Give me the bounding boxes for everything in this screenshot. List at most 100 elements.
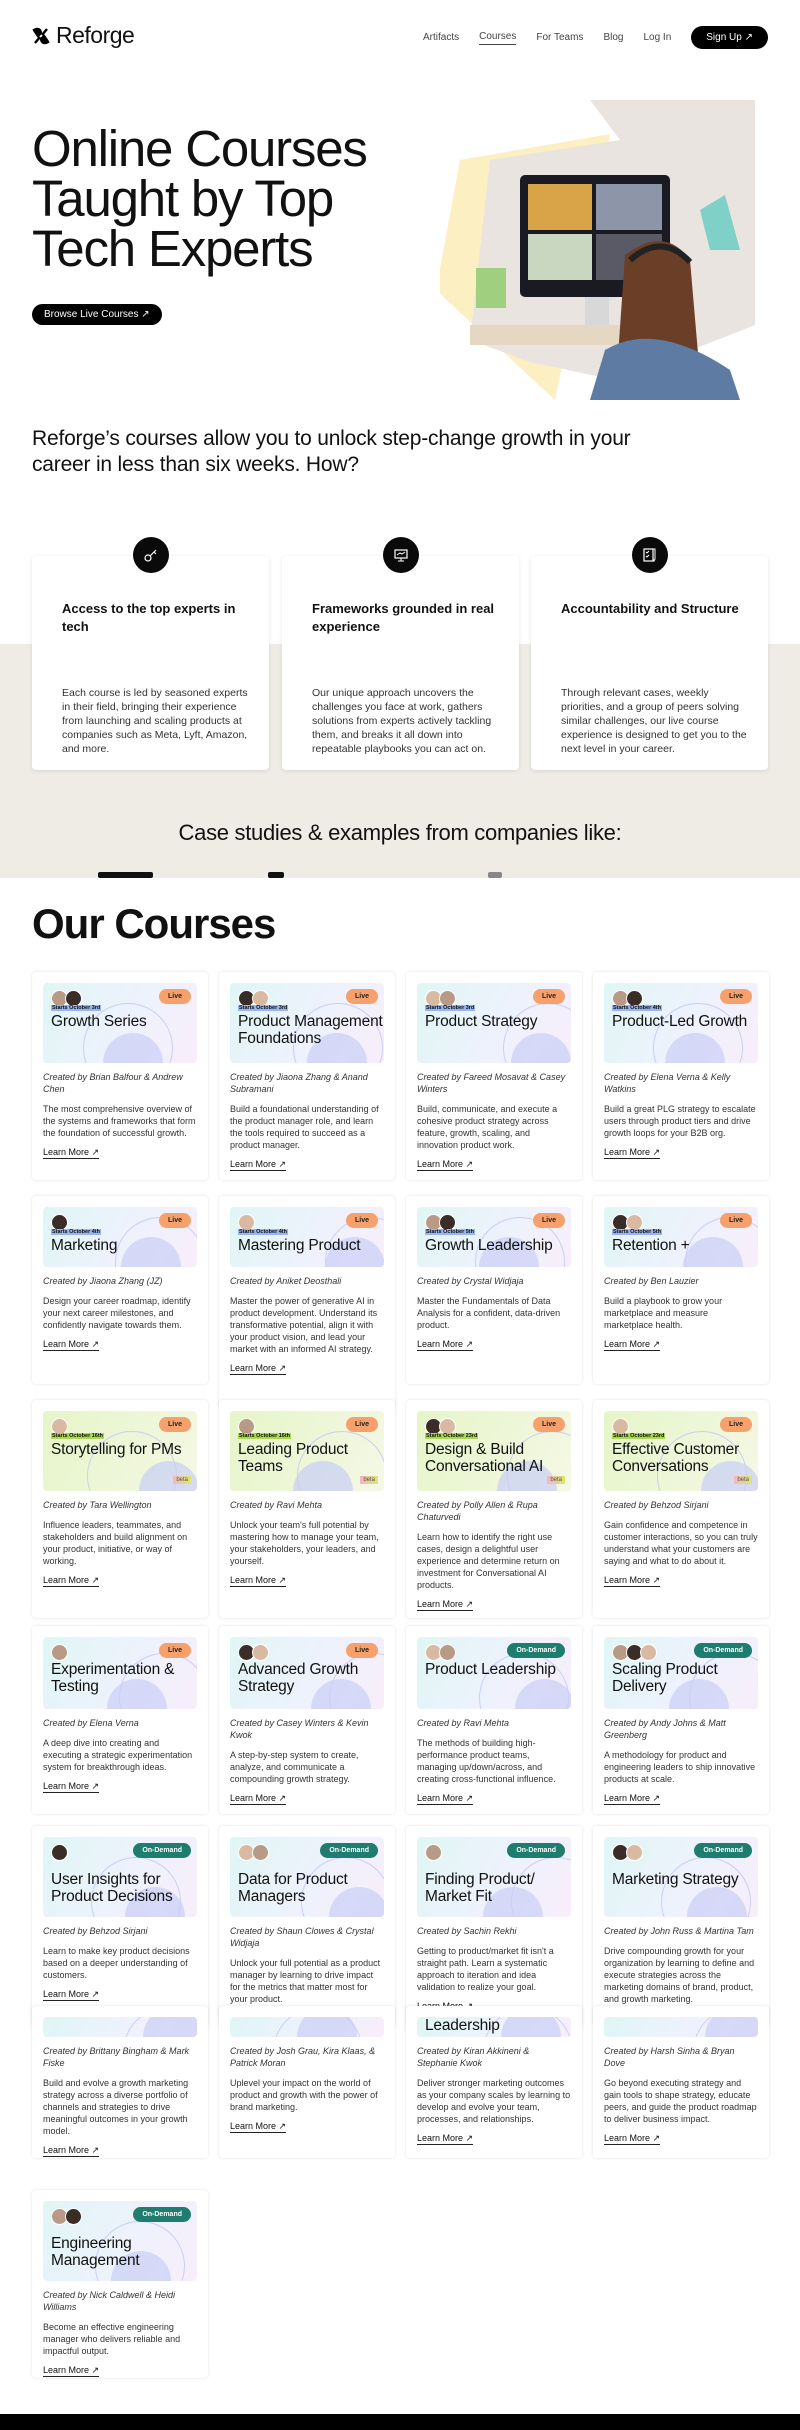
learn-more-link[interactable]: Learn More ↗ [43, 2365, 100, 2377]
learn-more-link[interactable]: Learn More ↗ [604, 1575, 661, 1587]
course-card[interactable]: Live Starts October 3rd Product Management… [219, 972, 395, 1180]
course-thumbnail[interactable]: Live Experimentation & Testing [43, 1637, 197, 1709]
learn-more-link[interactable]: Learn More ↗ [43, 1989, 100, 2001]
course-thumbnail[interactable]: Live Starts October 3rd Growth Series [43, 983, 197, 1063]
course-thumbnail[interactable]: On-Demand Data for Product Managers [230, 1837, 384, 1917]
sign-up-button[interactable]: Sign Up ↗ [691, 26, 768, 49]
course-card[interactable]: Live Advanced Growth Strategy Created by C… [219, 1626, 395, 1814]
learn-more-link[interactable]: Learn More ↗ [43, 2145, 100, 2157]
course-thumbnail[interactable]: Live Starts October 5th Retention + [604, 1207, 758, 1267]
course-card[interactable]: Live Starts October 4th Marketing Created b… [32, 1196, 208, 1384]
learn-more-link[interactable]: Learn More ↗ [230, 1159, 287, 1171]
course-thumbnail[interactable]: Live Starts October 4th Marketing [43, 1207, 197, 1267]
footer-bar [0, 2414, 800, 2430]
course-thumbnail[interactable]: Live Starts October 3rd Product Management… [230, 983, 384, 1063]
learn-more-link[interactable]: Learn More ↗ [230, 1793, 287, 1805]
course-thumbnail[interactable]: On-Demand User Insights for Product Decis… [43, 1837, 197, 1917]
course-thumbnail[interactable]: On-Demand Product Leadership [417, 1637, 571, 1709]
course-card[interactable]: On-Demand Scaling Product Delivery Created… [593, 1626, 769, 1814]
learn-more-link[interactable]: Learn More ↗ [604, 1147, 661, 1159]
course-card[interactable]: Live Experimentation & Testing Created by … [32, 1626, 208, 1814]
instructor-avatars [612, 1844, 643, 1861]
course-type-badge: On-Demand [320, 1843, 378, 1858]
learn-more-link[interactable]: Learn More ↗ [417, 1793, 474, 1805]
learn-more-link[interactable]: Learn More ↗ [417, 1339, 474, 1351]
company-logo [488, 872, 502, 878]
course-card[interactable]: Live Starts October 3rd Growth Series Creat… [32, 972, 208, 1180]
nav-for-teams[interactable]: For Teams [536, 32, 583, 43]
browse-live-courses-button[interactable]: Browse Live Courses ↗ [32, 304, 162, 325]
course-title: Engineering Management [51, 2235, 140, 2269]
learn-more-link[interactable]: Learn More ↗ [604, 2133, 661, 2145]
course-card[interactable]: Live Starts October 23rd Design & Build Co… [406, 1400, 582, 1618]
course-description: The methods of building high-performance… [417, 1738, 556, 1784]
learn-more-link[interactable]: Learn More ↗ [604, 1793, 661, 1805]
course-thumbnail[interactable]: Live Starts October 16th Leading Product T… [230, 1411, 384, 1491]
nav-courses[interactable]: Courses [479, 31, 517, 45]
course-card[interactable]: Live Starts October 23rd Effective Custome… [593, 1400, 769, 1618]
course-thumbnail[interactable]: Live Advanced Growth Strategy [230, 1637, 384, 1709]
course-card[interactable]: Live Starts October 16th Storytelling for … [32, 1400, 208, 1618]
course-thumbnail[interactable]: Live Starts October 3rd Product Strategy [417, 983, 571, 1063]
brand-logo[interactable]: Reforge [32, 22, 135, 49]
course-card[interactable]: Created by Brittany Bingham & Mark Fiske… [32, 2006, 208, 2158]
course-thumbnail[interactable]: On-Demand Scaling Product Delivery [604, 1637, 758, 1709]
course-thumbnail[interactable]: On-Demand Engineering Management [43, 2201, 197, 2281]
course-title: Experimentation & Testing [51, 1661, 175, 1695]
course-card[interactable]: Live Starts October 3rd Product Strategy Cr… [406, 972, 582, 1180]
value-proposition: Reforge’s courses allow you to unlock st… [32, 427, 631, 476]
course-card[interactable]: On-Demand Engineering Management Created b… [32, 2190, 208, 2378]
course-thumbnail[interactable] [43, 2017, 197, 2037]
course-card[interactable]: Live Starts October 4th Product-Led Growth… [593, 972, 769, 1180]
course-card[interactable]: On-Demand Finding Product/ Market Fit Crea… [406, 1826, 582, 2026]
course-card[interactable]: On-Demand Data for Product Managers Create… [219, 1826, 395, 2026]
learn-more-link[interactable]: Learn More ↗ [43, 1575, 100, 1587]
course-card[interactable]: Live Starts October 16th Leading Product T… [219, 1400, 395, 1618]
course-thumbnail[interactable]: Live Starts October 23rd Effective Custome… [604, 1411, 758, 1491]
course-instructors: Created by Harsh Sinha & Bryan Dove [604, 2046, 735, 2068]
course-instructors: Created by Sachin Rekhi [417, 1926, 517, 1936]
course-title: Retention + [612, 1237, 690, 1254]
learn-more-link[interactable]: Learn More ↗ [230, 1575, 287, 1587]
learn-more-link[interactable]: Learn More ↗ [43, 1147, 100, 1159]
course-description: Go beyond executing strategy and gain to… [604, 2078, 757, 2124]
course-card[interactable]: Leadership Created by Kiran Akkineni & St… [406, 2006, 582, 2158]
course-card[interactable]: Live Starts October 5th Retention + Created… [593, 1196, 769, 1384]
nav-artifacts[interactable]: Artifacts [423, 32, 459, 43]
course-description: Gain confidence and competence in custom… [604, 1520, 758, 1566]
course-thumbnail[interactable]: Leadership [417, 2017, 571, 2037]
course-card[interactable]: On-Demand User Insights for Product Decis… [32, 1826, 208, 2026]
course-card[interactable]: On-Demand Marketing Strategy Created by Jo… [593, 1826, 769, 2026]
nav-log-in[interactable]: Log In [643, 32, 671, 43]
course-thumbnail[interactable]: On-Demand Finding Product/ Market Fit [417, 1837, 571, 1917]
course-card[interactable]: Live Starts October 5th Growth Leadership C… [406, 1196, 582, 1384]
course-thumbnail[interactable] [230, 2017, 384, 2037]
course-instructors: Created by Nick Caldwell & Heidi William… [43, 2290, 176, 2312]
learn-more-link[interactable]: Learn More ↗ [417, 1159, 474, 1171]
learn-more-link[interactable]: Learn More ↗ [230, 1363, 287, 1375]
course-instructors: Created by Ben Lauzier [604, 1276, 699, 1286]
course-thumbnail[interactable]: Live Starts October 4th Product-Led Growth [604, 983, 758, 1063]
course-card[interactable]: Live Starts October 4th Mastering Product C… [219, 1196, 395, 1408]
learn-more-link[interactable]: Learn More ↗ [43, 1781, 100, 1793]
course-thumbnail[interactable]: Live Starts October 16th Storytelling for … [43, 1411, 197, 1491]
course-thumbnail[interactable] [604, 2017, 758, 2037]
course-card[interactable]: Created by Harsh Sinha & Bryan Dove Go be… [593, 2006, 769, 2158]
course-thumbnail[interactable]: Live Starts October 5th Growth Leadership [417, 1207, 571, 1267]
decorative-shape [693, 2017, 758, 2037]
course-card[interactable]: On-Demand Product Leadership Created by Ra… [406, 1626, 582, 1814]
learn-more-link[interactable]: Learn More ↗ [417, 1599, 474, 1611]
course-card[interactable]: Created by Josh Grau, Kira Klaas, & Patr… [219, 2006, 395, 2158]
feature-title: Accountability and Structure [561, 601, 739, 616]
learn-more-link[interactable]: Learn More ↗ [43, 1339, 100, 1351]
nav-blog[interactable]: Blog [603, 32, 623, 43]
feature-card: Access to the top experts in tech Each c… [32, 537, 269, 770]
course-thumbnail[interactable]: On-Demand Marketing Strategy [604, 1837, 758, 1917]
learn-more-link[interactable]: Learn More ↗ [604, 1339, 661, 1351]
course-description: The most comprehensive overview of the s… [43, 1104, 196, 1138]
learn-more-link[interactable]: Learn More ↗ [417, 2133, 474, 2145]
course-thumbnail[interactable]: Live Starts October 4th Mastering Product [230, 1207, 384, 1267]
course-type-badge: Live [532, 1213, 565, 1228]
course-thumbnail[interactable]: Live Starts October 23rd Design & Build Co… [417, 1411, 571, 1491]
learn-more-link[interactable]: Learn More ↗ [230, 2121, 287, 2133]
